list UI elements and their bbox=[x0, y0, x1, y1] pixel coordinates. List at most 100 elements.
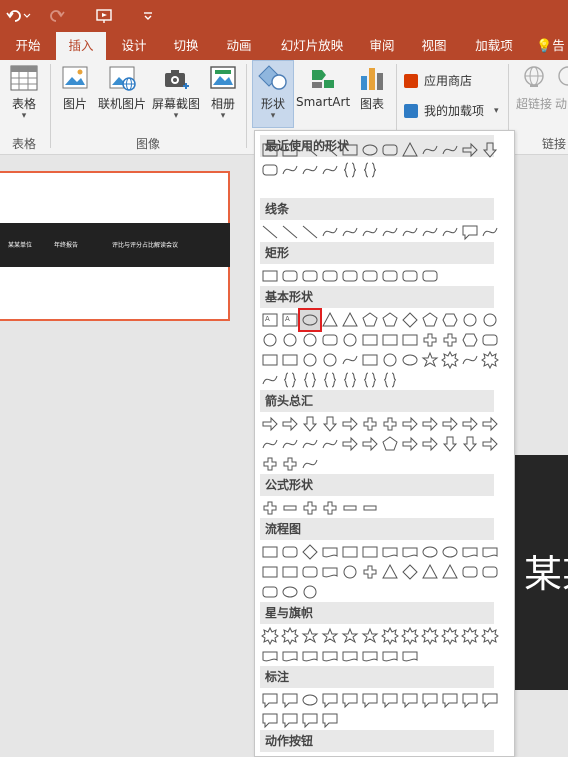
tab-transitions[interactable]: 切换 bbox=[162, 32, 210, 60]
shape-rect-icon[interactable] bbox=[360, 330, 380, 350]
shape-round-icon[interactable] bbox=[480, 562, 500, 582]
shape-oval-icon[interactable] bbox=[420, 542, 440, 562]
shape-plus-icon[interactable] bbox=[420, 330, 440, 350]
slide-thumbnail[interactable]: 某某单位 年终报告 评比与评分占比解读会议 bbox=[0, 171, 230, 321]
shape-curve-icon[interactable] bbox=[360, 222, 380, 242]
shape-circle-icon[interactable] bbox=[340, 562, 360, 582]
shape-curve-icon[interactable] bbox=[340, 350, 360, 370]
shape-circle-icon[interactable] bbox=[380, 350, 400, 370]
shape-oval-icon[interactable] bbox=[298, 308, 322, 332]
shape-darrow-icon[interactable] bbox=[300, 414, 320, 434]
shape-round-icon[interactable] bbox=[260, 160, 280, 180]
shape-line-icon[interactable] bbox=[320, 140, 340, 160]
shape-pent-icon[interactable] bbox=[360, 310, 380, 330]
shape-rect-icon[interactable] bbox=[260, 266, 280, 286]
slideshow-start-icon[interactable] bbox=[92, 6, 118, 26]
shape-arrow-icon[interactable] bbox=[420, 434, 440, 454]
shape-curve-icon[interactable] bbox=[440, 140, 460, 160]
shape-callout-icon[interactable] bbox=[460, 222, 480, 242]
table-button[interactable]: 表格 ▾ bbox=[6, 64, 42, 121]
shape-flow-icon[interactable] bbox=[400, 646, 420, 666]
shape-curve-icon[interactable] bbox=[380, 222, 400, 242]
shape-burst-icon[interactable] bbox=[460, 626, 480, 646]
shape-curve-icon[interactable] bbox=[280, 434, 300, 454]
shape-circle-icon[interactable] bbox=[280, 330, 300, 350]
shape-pent-icon[interactable] bbox=[380, 310, 400, 330]
store-button[interactable]: 应用商店 bbox=[404, 72, 472, 89]
shape-flow-icon[interactable] bbox=[320, 646, 340, 666]
shape-curve-icon[interactable] bbox=[320, 222, 340, 242]
shape-oval-icon[interactable] bbox=[280, 582, 300, 602]
shape-round-icon[interactable] bbox=[260, 582, 280, 602]
shape-curve-icon[interactable] bbox=[480, 222, 500, 242]
shape-curve-icon[interactable] bbox=[460, 350, 480, 370]
shape-brace-icon[interactable] bbox=[280, 370, 300, 390]
shape-circle-icon[interactable] bbox=[300, 582, 320, 602]
shape-text-icon[interactable]: A bbox=[260, 310, 280, 330]
shape-oval-icon[interactable] bbox=[360, 140, 380, 160]
shape-curve-icon[interactable] bbox=[420, 140, 440, 160]
shape-star-icon[interactable] bbox=[360, 626, 380, 646]
shape-brace-icon[interactable] bbox=[300, 370, 320, 390]
shape-circle-icon[interactable] bbox=[480, 310, 500, 330]
shape-round-icon[interactable] bbox=[320, 266, 340, 286]
shape-burst-icon[interactable] bbox=[480, 626, 500, 646]
shape-plus-icon[interactable] bbox=[260, 498, 280, 518]
shape-round-icon[interactable] bbox=[300, 266, 320, 286]
shape-round-icon[interactable] bbox=[360, 266, 380, 286]
shape-arrow-icon[interactable] bbox=[420, 414, 440, 434]
shape-arrow-icon[interactable] bbox=[440, 414, 460, 434]
shape-plus-icon[interactable] bbox=[260, 454, 280, 474]
tab-review[interactable]: 审阅 bbox=[358, 32, 406, 60]
shape-round-icon[interactable] bbox=[400, 266, 420, 286]
shape-text-icon[interactable]: A bbox=[280, 140, 300, 160]
shape-flow-icon[interactable] bbox=[460, 542, 480, 562]
tab-view[interactable]: 视图 bbox=[410, 32, 458, 60]
shape-burst-icon[interactable] bbox=[440, 350, 460, 370]
undo-icon[interactable] bbox=[4, 6, 34, 26]
shape-callout-icon[interactable] bbox=[340, 690, 360, 710]
redo-icon[interactable] bbox=[46, 6, 68, 26]
online-picture-button[interactable]: 联机图片 bbox=[96, 64, 148, 112]
my-addins-button[interactable]: 我的加载项 ▾ bbox=[404, 102, 499, 119]
shape-callout-icon[interactable] bbox=[320, 710, 340, 730]
shape-rect-icon[interactable] bbox=[380, 330, 400, 350]
photo-album-button[interactable]: 相册 ▾ bbox=[206, 64, 240, 121]
shape-tri-icon[interactable] bbox=[380, 562, 400, 582]
shape-callout-icon[interactable] bbox=[260, 710, 280, 730]
shape-curve-icon[interactable] bbox=[420, 222, 440, 242]
shape-circle-icon[interactable] bbox=[320, 350, 340, 370]
shape-burst-icon[interactable] bbox=[280, 626, 300, 646]
shape-pent-icon[interactable] bbox=[380, 434, 400, 454]
shape-curve-icon[interactable] bbox=[300, 160, 320, 180]
shape-rect-icon[interactable] bbox=[360, 542, 380, 562]
shape-callout-icon[interactable] bbox=[480, 690, 500, 710]
shape-oval-icon[interactable] bbox=[300, 690, 320, 710]
shape-minus-icon[interactable] bbox=[280, 498, 300, 518]
shape-callout-icon[interactable] bbox=[360, 690, 380, 710]
tab-tell-me[interactable]: 💡告 bbox=[536, 32, 568, 60]
shape-star-icon[interactable] bbox=[420, 350, 440, 370]
shape-round-icon[interactable] bbox=[380, 266, 400, 286]
shape-arrow-icon[interactable] bbox=[260, 414, 280, 434]
shape-flow-icon[interactable] bbox=[400, 542, 420, 562]
shape-tri-icon[interactable] bbox=[400, 140, 420, 160]
shape-round-icon[interactable] bbox=[320, 330, 340, 350]
shape-curve-icon[interactable] bbox=[400, 222, 420, 242]
shape-diamond-icon[interactable] bbox=[300, 542, 320, 562]
chart-button[interactable]: 图表 bbox=[356, 64, 388, 112]
shape-arrow-icon[interactable] bbox=[460, 140, 480, 160]
shape-round-icon[interactable] bbox=[300, 562, 320, 582]
shape-rect-icon[interactable] bbox=[400, 330, 420, 350]
tab-animations[interactable]: 动画 bbox=[214, 32, 264, 60]
shape-hex-icon[interactable] bbox=[440, 310, 460, 330]
shape-curve-icon[interactable] bbox=[280, 160, 300, 180]
shape-text-icon[interactable]: A bbox=[280, 310, 300, 330]
tab-insert[interactable]: 插入 bbox=[56, 32, 106, 60]
shape-plus-icon[interactable] bbox=[300, 498, 320, 518]
smartart-button[interactable]: SmartArt bbox=[296, 64, 350, 109]
shape-darrow-icon[interactable] bbox=[320, 414, 340, 434]
slide-canvas[interactable]: 某某 bbox=[514, 455, 568, 690]
shape-plus-icon[interactable] bbox=[360, 414, 380, 434]
shape-plus-icon[interactable] bbox=[440, 330, 460, 350]
